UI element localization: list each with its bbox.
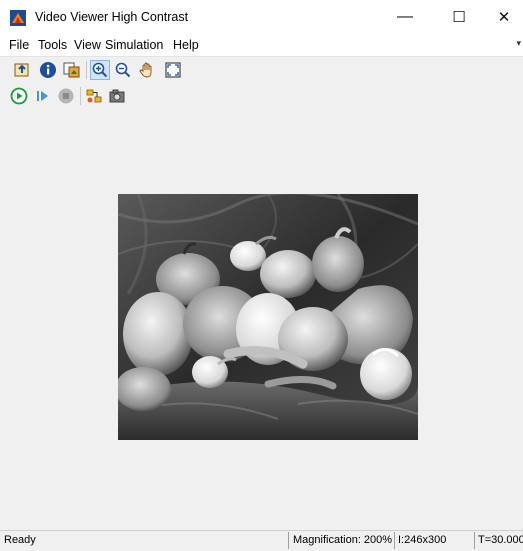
menu-tools[interactable]: Tools <box>38 38 67 52</box>
run-icon <box>10 87 28 105</box>
zoom-in-icon <box>92 62 108 78</box>
close-icon: ✕ <box>497 9 511 26</box>
run-button[interactable] <box>9 86 29 106</box>
pan-hand-icon <box>139 62 152 78</box>
stop-button[interactable] <box>56 86 76 106</box>
matlab-app-icon <box>10 10 26 26</box>
status-bar: Ready Magnification: 200% I:246x300 T=30… <box>0 530 523 551</box>
parent-model-icon <box>14 63 29 77</box>
status-magnification: Magnification: 200% <box>293 534 393 546</box>
video-frame[interactable] <box>118 194 418 440</box>
snapshot-icon <box>109 89 125 103</box>
window-title: Video Viewer High Contrast <box>35 10 189 24</box>
menu-view[interactable]: View <box>74 38 101 52</box>
step-forward-button[interactable] <box>33 86 53 106</box>
status-ready: Ready <box>4 534 36 546</box>
parent-model-button[interactable] <box>12 60 32 80</box>
minimize-icon: — <box>397 8 413 25</box>
zoom-out-icon <box>115 62 131 78</box>
step-forward-icon <box>37 91 48 101</box>
info-button[interactable] <box>38 60 58 80</box>
zoom-out-button[interactable] <box>113 60 133 80</box>
toolbar-separator <box>80 87 81 105</box>
video-display-area[interactable] <box>0 109 523 527</box>
maximize-button[interactable]: ☐ <box>436 0 482 34</box>
menu-help[interactable]: Help <box>173 38 199 52</box>
simulation-toolbar <box>0 83 523 110</box>
menu-simulation[interactable]: Simulation <box>105 38 163 52</box>
menu-file[interactable]: File <box>9 38 29 52</box>
toolbar-separator <box>86 61 87 79</box>
pan-button[interactable] <box>137 60 157 80</box>
fit-to-view-icon <box>165 62 181 78</box>
snapshot-button[interactable] <box>107 86 127 106</box>
highlight-signal-icon <box>86 89 102 103</box>
view-toolbar <box>0 57 523 84</box>
fit-to-view-button[interactable] <box>163 60 183 80</box>
status-divider <box>474 532 475 549</box>
status-image-size: I:246x300 <box>398 534 447 546</box>
status-divider <box>288 532 289 549</box>
title-bar: Video Viewer High Contrast — ☐ ✕ <box>0 0 523 34</box>
status-divider <box>394 532 395 549</box>
peppers-image <box>118 194 418 440</box>
highlight-signal-button[interactable] <box>84 86 104 106</box>
stop-icon <box>58 88 74 104</box>
status-time: T=30.000 <box>478 534 523 546</box>
minimize-button[interactable]: — <box>382 0 428 34</box>
info-icon <box>40 62 56 78</box>
export-frame-button[interactable] <box>62 60 82 80</box>
maximize-icon: ☐ <box>452 9 466 26</box>
menu-pin-icon[interactable]: ▾ <box>516 38 521 49</box>
zoom-in-button[interactable] <box>90 60 110 80</box>
menu-bar: File Tools View Simulation Help ▾ <box>0 34 523 57</box>
export-frame-icon <box>63 62 80 78</box>
close-button[interactable]: ✕ <box>481 0 523 34</box>
